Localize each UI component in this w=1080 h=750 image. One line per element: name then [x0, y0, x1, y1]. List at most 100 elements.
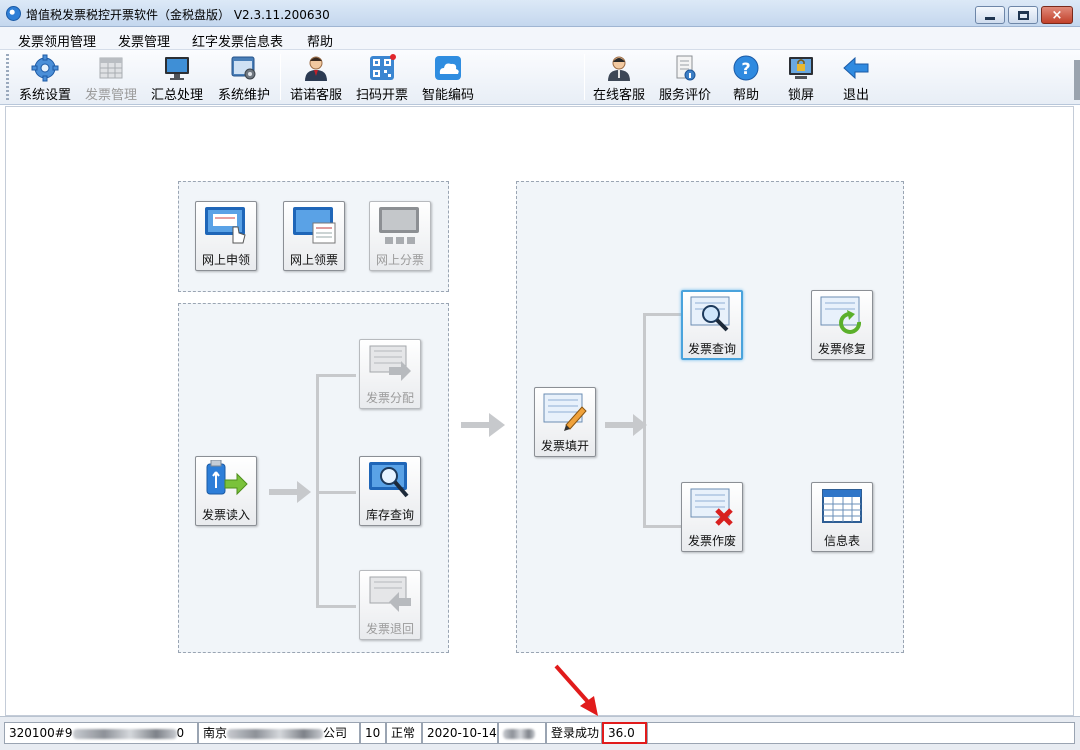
company-prefix: 南京 — [203, 726, 228, 740]
agent-icon — [305, 56, 327, 81]
invoice-fill-tile[interactable]: 发票填开 — [534, 387, 596, 457]
flow-connector — [643, 313, 681, 316]
tile-label: 发票作废 — [687, 534, 736, 548]
window-title: 增值税发票税控开票软件（金税盘版） V2.3.11.200630 — [26, 8, 330, 22]
window-edge-scrollbar[interactable] — [1074, 60, 1080, 100]
status-state: 正常 — [386, 722, 422, 744]
invoice-return-tile[interactable]: 发票退回 — [359, 570, 421, 640]
tax-id-prefix: 320100#9 — [9, 726, 73, 740]
toolbar-label: 发票管理 — [84, 88, 137, 103]
toolbar-invoice-manage-button[interactable]: 发票管理 — [79, 52, 143, 103]
flow-connector — [316, 374, 356, 377]
maximize-button[interactable] — [1008, 6, 1038, 24]
toolbar-system-settings-button[interactable]: 系统设置 — [13, 52, 77, 103]
redacted-blur — [227, 728, 324, 739]
toolbar-system-maintenance-button[interactable]: 系统维护 — [212, 52, 276, 103]
tile-label: 库存查询 — [365, 508, 414, 522]
svg-text:?: ? — [741, 59, 750, 78]
invoice-query-tile[interactable]: 发票查询 — [681, 290, 743, 360]
maximize-icon — [1017, 10, 1029, 20]
toolbar-label: 诺诺客服 — [289, 88, 342, 103]
online-split-icon — [379, 207, 419, 244]
online-apply-tile[interactable]: 网上申领 — [195, 201, 257, 271]
invoice-repair-tile[interactable]: 发票修复 — [811, 290, 873, 360]
status-count: 10 — [360, 722, 386, 744]
invoice-read-tile[interactable]: 发票读入 — [195, 456, 257, 526]
tile-label: 发票修复 — [817, 342, 866, 356]
tile-label: 发票退回 — [365, 622, 414, 636]
menu-red-invoice-info[interactable]: 红字发票信息表 — [188, 30, 287, 51]
toolbar-smart-coding-button[interactable]: 智能编码 — [416, 52, 480, 103]
invoice-allocate-icon — [369, 345, 411, 381]
menu-bar: 发票领用管理 发票管理 红字发票信息表 帮助 — [0, 27, 1080, 50]
toolbar-summary-button[interactable]: 汇总处理 — [145, 52, 209, 103]
status-empty — [647, 722, 1075, 744]
tile-label: 发票查询 — [687, 342, 736, 356]
title-bar[interactable]: 增值税发票税控开票软件（金税盘版） V2.3.11.200630 × — [0, 0, 1080, 27]
exit-arrow-icon — [843, 56, 869, 80]
toolbar-label: 汇总处理 — [150, 88, 203, 103]
minimize-icon — [985, 16, 995, 20]
cloud-icon — [435, 56, 461, 80]
online-receive-icon — [293, 207, 336, 244]
status-message: 登录成功 — [546, 722, 602, 744]
invoice-query-icon — [690, 296, 730, 332]
toolbar-grip[interactable] — [6, 54, 9, 100]
tile-label: 网上领票 — [289, 253, 338, 267]
app-logo-icon — [6, 6, 21, 21]
flow-arrow — [461, 413, 505, 437]
stock-query-tile[interactable]: 库存查询 — [359, 456, 421, 526]
invoice-void-icon — [690, 488, 733, 526]
tax-id-suffix: 0 — [176, 726, 185, 740]
toolbar-exit-button[interactable]: 退出 — [824, 52, 888, 103]
info-table-tile[interactable]: 信息表 — [811, 482, 873, 552]
invoice-allocate-tile[interactable]: 发票分配 — [359, 339, 421, 409]
toolbar-label: 扫码开票 — [355, 88, 408, 103]
company-suffix: 公司 — [323, 726, 348, 740]
invoice-fill-icon — [543, 393, 587, 431]
distribute-panel: 发票读入 发票分配 库存查询 发票退回 — [178, 303, 449, 653]
stock-query-icon — [369, 462, 409, 498]
toolbar-nuonuo-service-button[interactable]: 诺诺客服 — [284, 52, 348, 103]
redacted-blur — [503, 728, 535, 739]
menu-invoice-manage[interactable]: 发票管理 — [114, 30, 174, 51]
flow-connector — [643, 525, 681, 528]
status-bar: 320100#9 0 南京 公司 10 正常 2020-10-14 登录成功 36.… — [0, 716, 1080, 750]
toolbar-separator — [280, 54, 281, 100]
flow-connector — [643, 313, 646, 528]
toolbar-label: 系统维护 — [217, 88, 270, 103]
close-icon: × — [1051, 7, 1063, 23]
help-icon: ? — [733, 55, 759, 81]
online-split-tile[interactable]: 网上分票 — [369, 201, 431, 271]
toolbar: 系统设置 发票管理 汇总处理 系统维护 诺诺客服 扫码开票 智能编码 在线客服 … — [0, 50, 1080, 105]
toolbar-label: 退出 — [842, 88, 869, 103]
tile-label: 信息表 — [823, 534, 860, 548]
invoice-void-tile[interactable]: 发票作废 — [681, 482, 743, 552]
issue-panel: 发票填开 发票查询 发票修复 发票作废 信息表 — [516, 181, 904, 653]
monitor-icon — [165, 57, 189, 80]
online-receive-tile[interactable]: 网上领票 — [283, 201, 345, 271]
toolbar-label: 服务评价 — [658, 88, 711, 103]
minimize-button[interactable] — [975, 6, 1005, 24]
status-tax-id: 320100#9 0 — [4, 722, 198, 744]
status-company: 南京 公司 — [198, 722, 360, 744]
menu-help[interactable]: 帮助 — [303, 30, 337, 51]
gear-icon — [31, 54, 59, 82]
tile-label: 网上分票 — [375, 253, 424, 267]
qr-code-icon — [370, 54, 396, 80]
toolbar-label: 系统设置 — [18, 88, 71, 103]
close-button[interactable]: × — [1041, 6, 1073, 24]
workflow-canvas: 网上申领 网上领票 网上分票 发票读入 发票分配 库存查询 发票退回 发票填开 … — [5, 106, 1074, 716]
tile-label: 发票填开 — [540, 439, 589, 453]
toolbar-service-evaluation-button[interactable]: 服务评价 — [653, 52, 717, 103]
toolbar-label: 智能编码 — [421, 88, 474, 103]
menu-invoice-acquire[interactable]: 发票领用管理 — [14, 30, 100, 51]
toolbar-label: 在线客服 — [592, 88, 645, 103]
status-redacted — [498, 722, 546, 744]
info-table-icon — [822, 489, 862, 523]
toolbar-online-service-button[interactable]: 在线客服 — [587, 52, 651, 103]
invoice-grid-icon — [99, 57, 123, 79]
tile-label: 发票分配 — [365, 391, 414, 405]
flow-connector — [316, 605, 356, 608]
toolbar-scan-invoice-button[interactable]: 扫码开票 — [350, 52, 414, 103]
